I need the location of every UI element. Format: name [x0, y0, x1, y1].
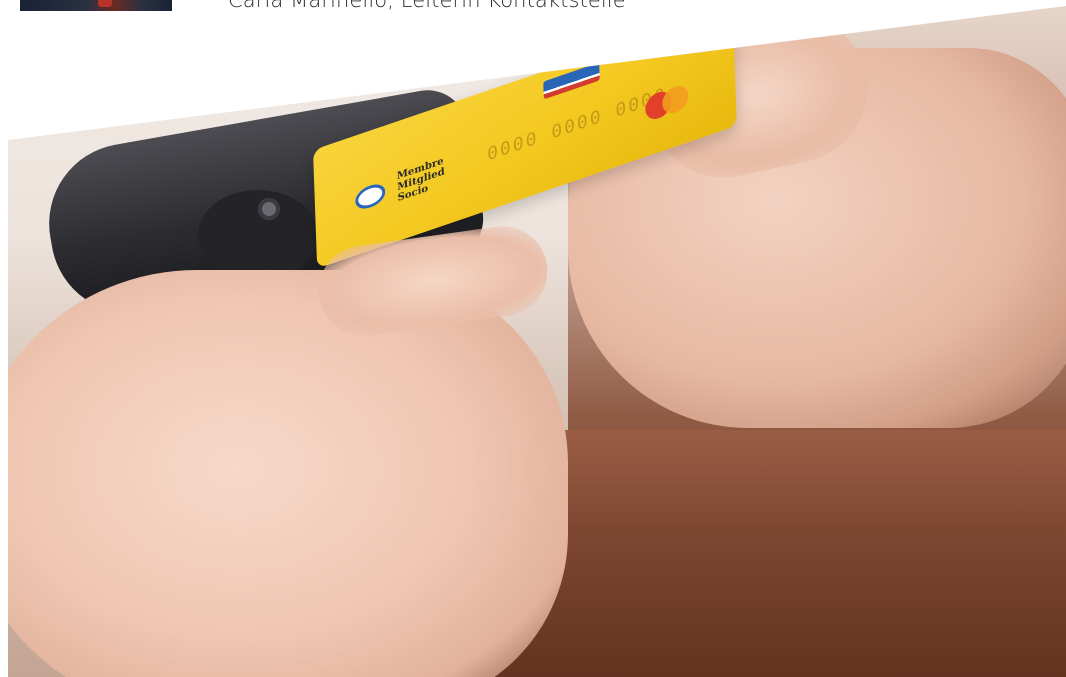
- card-number: 0000 0000 0000: [486, 83, 668, 166]
- hero-image: Membre Mitglied Socio 0000 0000 0000: [8, 6, 1066, 677]
- flag-stripe: [543, 62, 600, 100]
- avatar: [20, 0, 172, 11]
- terminal-knob: [258, 198, 280, 220]
- club-logo-icon: [354, 180, 386, 213]
- left-hand: [8, 270, 568, 677]
- caption: Carla Marinello, Leiterin Kontaktstelle: [228, 0, 626, 12]
- card-membership-text: Membre Mitglied Socio: [397, 144, 478, 205]
